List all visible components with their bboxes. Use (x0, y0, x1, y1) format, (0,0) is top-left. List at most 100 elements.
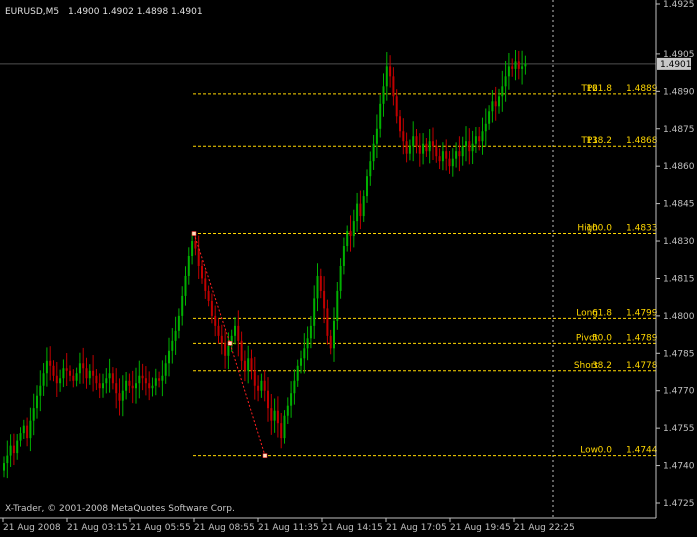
fib-level-price: 1.4833 (626, 224, 658, 234)
candle-body (323, 290, 326, 309)
candle-body (316, 275, 319, 299)
candle-body (247, 358, 250, 371)
candle-body (313, 298, 316, 326)
candle-body (224, 343, 227, 356)
candle-body (366, 176, 368, 197)
candle-body (504, 76, 507, 87)
fib-level-price: 1.4778 (626, 361, 658, 371)
candle-body (438, 156, 441, 162)
candle-body (458, 151, 461, 157)
candle-body (501, 86, 504, 97)
candle-body (62, 368, 65, 379)
candle-body (276, 410, 279, 424)
candle-body (425, 143, 428, 152)
candle-body (59, 378, 62, 384)
candle-body (273, 410, 276, 421)
candle-body (303, 348, 306, 359)
candle-body (220, 335, 223, 344)
candle-body (121, 390, 124, 401)
candle-body (237, 325, 240, 341)
candle-body (214, 315, 217, 326)
y-tick-label: 1.4830 (663, 237, 695, 247)
candle-body (105, 378, 108, 384)
candle-body (385, 66, 388, 87)
candle-body (435, 146, 438, 157)
candle-body (491, 101, 494, 112)
candle-body (98, 383, 101, 389)
candle-body (161, 375, 164, 381)
candle-body (151, 385, 154, 389)
candle-body (389, 66, 392, 77)
candle-body (309, 325, 312, 339)
y-tick-label: 1.4875 (663, 125, 695, 135)
candle-body (3, 463, 5, 471)
candle-body (9, 445, 12, 456)
candle-body (78, 363, 81, 374)
candle-body (511, 66, 514, 69)
y-tick-label: 1.4725 (663, 499, 695, 509)
candle-body (293, 380, 296, 394)
candle-body (36, 395, 38, 409)
candle-body (69, 370, 71, 376)
y-tick-label: 1.4800 (663, 312, 695, 322)
candle-body (257, 385, 260, 391)
candle-body (128, 380, 131, 386)
candle-body (82, 363, 85, 369)
candle-body (498, 96, 500, 107)
candle-body (422, 143, 425, 154)
candle-body (260, 380, 263, 391)
candle-body (494, 101, 497, 107)
candle-body (184, 275, 187, 296)
y-tick-label: 1.4755 (663, 424, 695, 434)
candle-body (326, 308, 329, 336)
candle-body (39, 385, 42, 396)
fib-level-price: 1.4889 (626, 84, 658, 94)
candle-body (217, 325, 220, 336)
x-tick-label: 21 Aug 05:55 (130, 523, 191, 533)
candle-body (135, 383, 137, 389)
candle-body (306, 338, 309, 349)
candle-body (158, 378, 161, 381)
fib-level-ratio: 0.0 (598, 446, 613, 456)
candle-body (471, 143, 474, 152)
candle-body (148, 383, 151, 389)
candle-body (88, 370, 91, 379)
candle-body (22, 425, 25, 434)
zigzag-point (191, 231, 197, 236)
candle-body (290, 393, 293, 406)
zigzag-point (262, 453, 268, 458)
x-tick-label: 21 Aug 22:25 (514, 523, 575, 533)
zigzag-point (227, 341, 233, 346)
x-tick-label: 21 Aug 03:15 (67, 523, 128, 533)
candle-body (481, 131, 484, 142)
x-tick-label: 21 Aug 08:55 (194, 523, 255, 533)
candle-body (455, 151, 458, 159)
candle-body (478, 136, 481, 142)
candle-body (141, 375, 144, 379)
candle-body (270, 408, 273, 421)
candle-body (451, 158, 454, 167)
candle-body (32, 408, 35, 421)
candle-body (227, 345, 230, 356)
candle-body (12, 445, 15, 454)
candle-body (125, 380, 128, 391)
y-tick-label: 1.4770 (663, 387, 695, 397)
candle-body (392, 76, 395, 97)
candle-body (16, 440, 19, 454)
candle-body (45, 360, 48, 374)
candle-body (402, 131, 405, 142)
price-chart[interactable]: TP2161.8 1.4889TP1138.2 1.4868High100.0 1.4… (0, 0, 697, 537)
candle-body (375, 128, 378, 144)
fib-level-ratio: 50.0 (592, 333, 612, 343)
candle-body (362, 196, 365, 217)
candle-body (65, 368, 68, 371)
candle-body (144, 378, 147, 384)
candle-body (207, 290, 210, 301)
candle-body (19, 433, 22, 441)
candle-body (465, 141, 467, 147)
candle-body (234, 325, 236, 336)
candle-body (300, 358, 302, 366)
candle-body (201, 265, 203, 279)
fib-level-ratio: 38.2 (592, 361, 612, 371)
candle-body (448, 158, 451, 167)
